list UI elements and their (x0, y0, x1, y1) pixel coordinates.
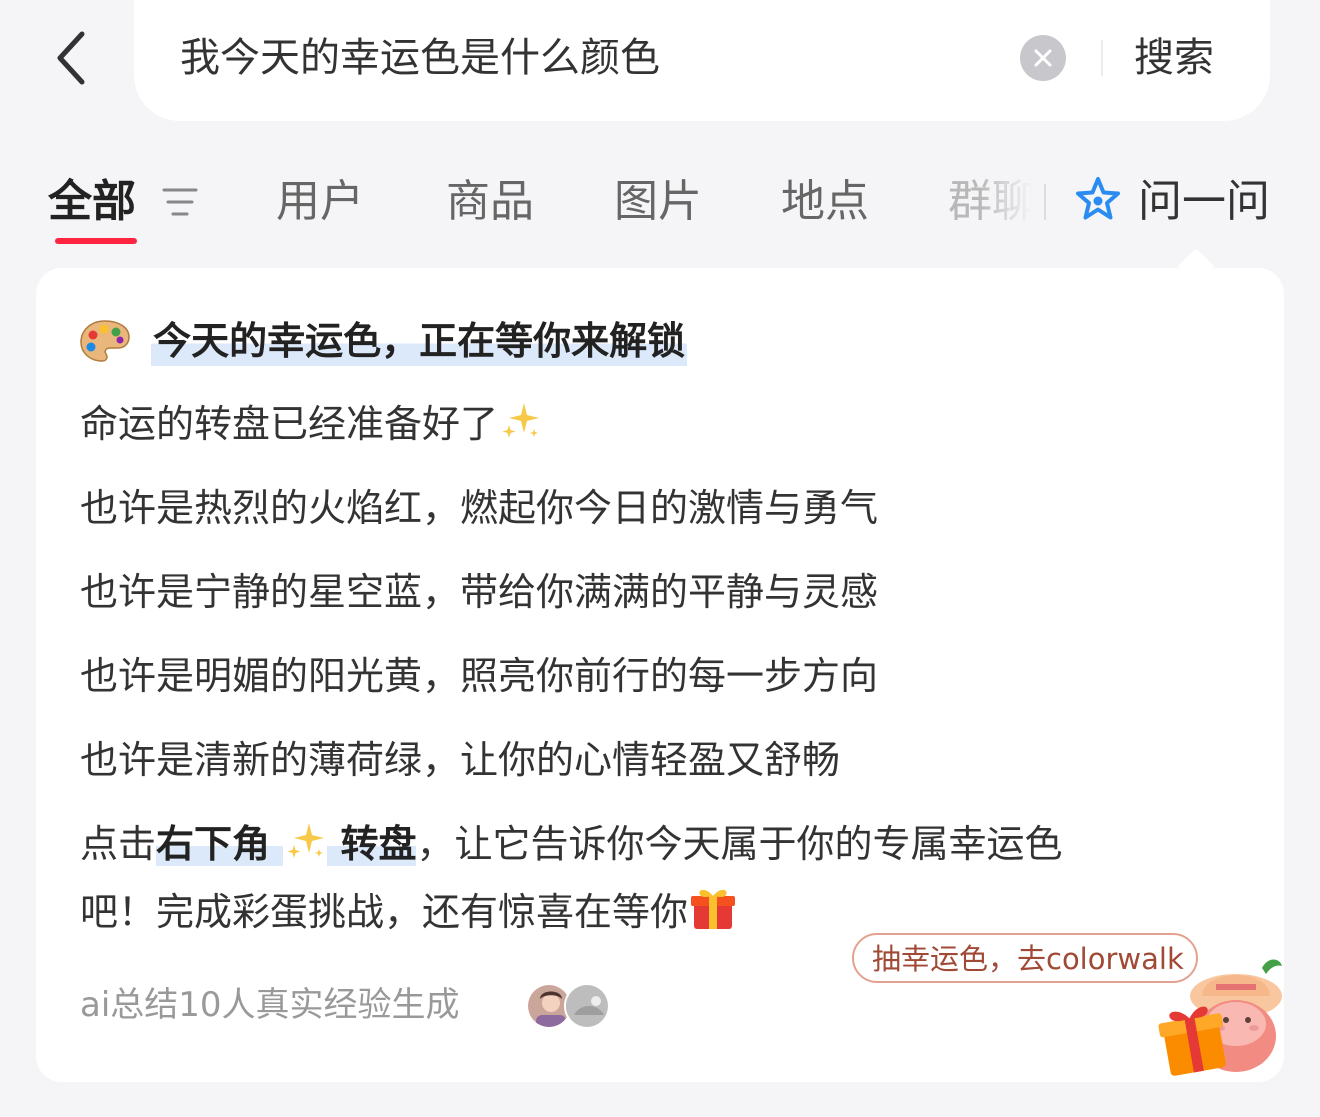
ai-star-icon[interactable] (1072, 175, 1124, 227)
back-button[interactable] (48, 26, 96, 90)
answer-cta-line-2: 吧！完成彩蛋挑战，还有惊喜在等你 (80, 883, 738, 938)
search-input[interactable]: 我今天的幸运色是什么颜色 (180, 30, 660, 86)
tab-fade-overlay (980, 170, 1046, 234)
answer-line-1-text: 命运的转盘已经准备好了 (80, 402, 499, 446)
gift-icon (691, 889, 736, 929)
answer-line-3: 也许是宁静的星空蓝，带给你满满的平静与灵感 (80, 570, 879, 614)
active-tab-indicator (55, 238, 137, 244)
answer-cta-line: 点击右下角 转盘，让它告诉你今天属于你的专属幸运色 (80, 818, 1063, 870)
sparkle-icon (287, 823, 325, 858)
ai-summary-note: ai总结10人真实经验生成 (80, 985, 460, 1025)
card-title-row: 今天的幸运色，正在等你来解锁 (78, 316, 688, 366)
tab-places[interactable]: 地点 (781, 172, 869, 232)
colorwalk-cta-label: 抽幸运色，去colorwalk (872, 942, 1184, 976)
cta-highlight-corner: 右下角 (156, 822, 284, 866)
answer-line-2: 也许是热烈的火焰红，燃起你今日的激情与勇气 (80, 486, 879, 530)
search-divider (1101, 40, 1103, 76)
clear-search-button[interactable] (1020, 35, 1066, 81)
colorwalk-cta-button[interactable]: 抽幸运色，去colorwalk (852, 933, 1198, 983)
answer-line-1: 命运的转盘已经准备好了 (80, 398, 542, 450)
ai-answer-card: 今天的幸运色，正在等你来解锁 命运的转盘已经准备好了 也许是热烈的火焰红，燃起你… (36, 268, 1284, 1082)
sparkle-icon (502, 403, 540, 438)
avatar-image (566, 985, 608, 1027)
card-title: 今天的幸运色，正在等你来解锁 (151, 316, 688, 366)
search-button[interactable]: 搜索 (1134, 30, 1214, 86)
cta-prefix: 点击 (80, 822, 157, 866)
answer-line-5: 也许是清新的薄荷绿，让你的心情轻盈又舒畅 (80, 738, 841, 782)
chevron-left-icon (57, 31, 85, 85)
cta-suffix: ，让它告诉你今天属于你的专属幸运色 (416, 822, 1063, 866)
cta-line-2-text: 吧！完成彩蛋挑战，还有惊喜在等你 (80, 890, 689, 934)
tab-products[interactable]: 商品 (446, 172, 534, 232)
filter-icon[interactable] (160, 184, 200, 220)
mascot-gift-icon[interactable] (1158, 948, 1284, 1082)
clear-icon (1034, 49, 1052, 67)
tab-ask[interactable]: 问一问 (1138, 172, 1270, 232)
tab-users[interactable]: 用户 (276, 172, 364, 232)
tab-all[interactable]: 全部 (48, 172, 136, 232)
avatar[interactable] (564, 983, 610, 1029)
answer-line-4: 也许是明媚的阳光黄，照亮你前行的每一步方向 (80, 654, 879, 698)
palette-icon (80, 320, 130, 362)
tab-divider (1044, 184, 1046, 220)
cta-highlight-wheel: 转盘 (327, 822, 417, 866)
tab-images[interactable]: 图片 (614, 172, 702, 232)
search-box: 我今天的幸运色是什么颜色 搜索 (134, 0, 1270, 121)
